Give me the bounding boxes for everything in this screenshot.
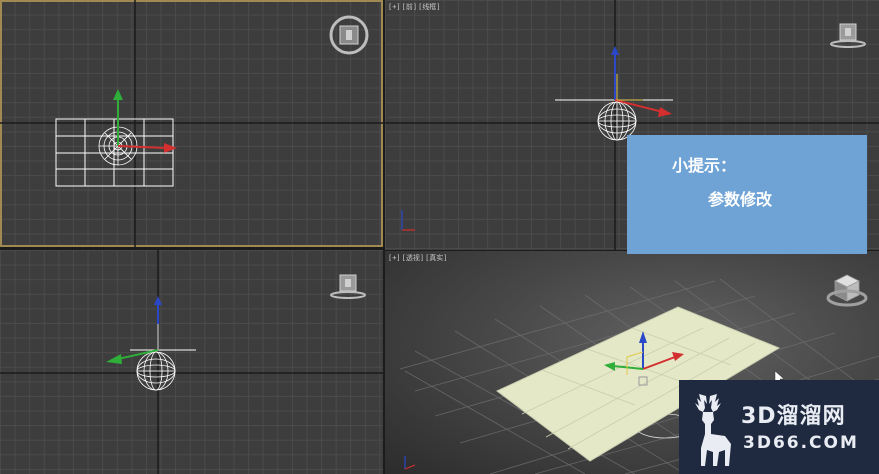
viewport-top[interactable] [0, 0, 383, 247]
watermark: 3D溜溜网 3D66.COM [679, 380, 879, 474]
viewcube-icon[interactable] [825, 20, 869, 50]
world-axis [404, 456, 416, 470]
top-scene [0, 0, 383, 247]
watermark-domain: 3D66.COM [743, 433, 859, 453]
viewport-left[interactable] [0, 250, 383, 474]
world-axis [401, 210, 415, 231]
viewcube-icon[interactable] [326, 272, 370, 302]
transform-gizmo[interactable] [113, 89, 177, 153]
tip-body: 参数修改 [708, 190, 773, 209]
transform-gizmo[interactable] [611, 46, 672, 117]
tip-title: 小提示： [672, 156, 737, 175]
tip-overlay: 小提示： 参数修改 [627, 135, 867, 254]
sphere-wireframe[interactable] [136, 351, 176, 391]
viewcube-icon[interactable] [825, 271, 869, 311]
watermark-brand: 3D溜溜网 [741, 404, 846, 429]
deer-logo-icon [695, 394, 731, 466]
plane-wireframe[interactable] [55, 118, 174, 187]
viewcube-icon[interactable] [328, 14, 370, 56]
